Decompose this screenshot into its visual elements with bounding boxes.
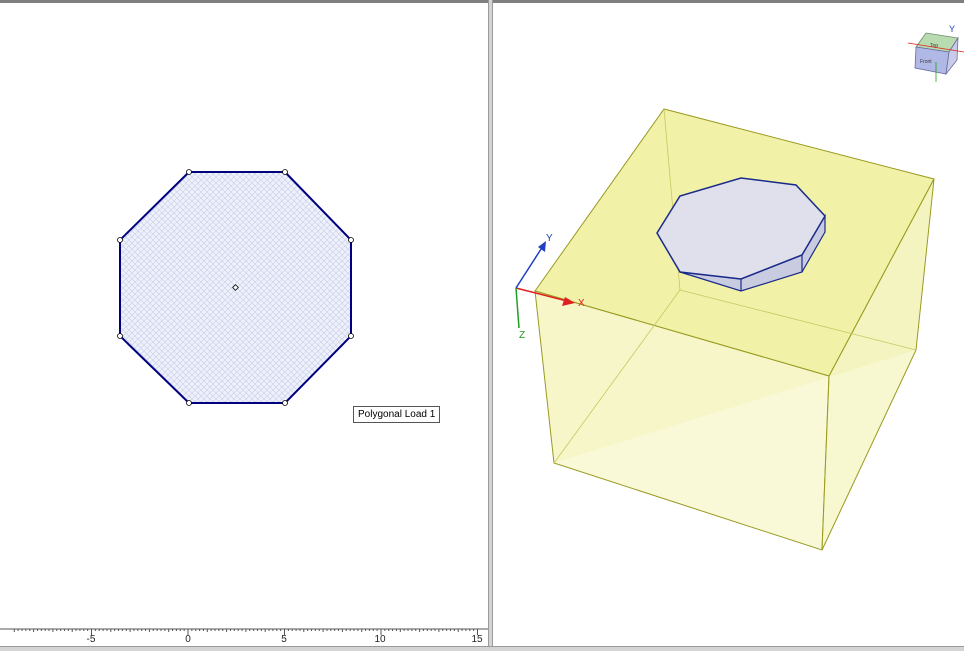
ruler-tick-label: 5 <box>281 634 287 645</box>
bottom-border <box>0 646 964 651</box>
ruler-tick-label: 15 <box>471 634 483 645</box>
ruler-tick-label: 10 <box>374 634 386 645</box>
vertex-handle[interactable] <box>117 237 123 243</box>
vertex-handle[interactable] <box>348 237 354 243</box>
3d-view-canvas[interactable]: X Y Z Top Front Y <box>493 3 964 648</box>
ruler-tick-label: -5 <box>87 634 96 645</box>
horizontal-ruler: -5 0 5 10 15 <box>0 628 488 645</box>
view-cube[interactable]: Top Front Y <box>907 24 964 82</box>
plan-view-canvas[interactable]: -5 0 5 10 15 <box>0 3 488 648</box>
ruler-tick-label: 0 <box>185 634 191 645</box>
vertex-handle[interactable] <box>282 400 288 406</box>
view-cube-axis-label: Y <box>949 24 955 34</box>
vertex-handle[interactable] <box>282 169 288 175</box>
axis-z-label: Z <box>519 330 525 341</box>
3d-view-pane[interactable]: X Y Z Top Front Y <box>493 3 964 648</box>
vertex-handle[interactable] <box>117 333 123 339</box>
axis-x-label: X <box>578 298 585 309</box>
vertex-handle[interactable] <box>348 333 354 339</box>
shape-label-tooltip: Polygonal Load 1 <box>353 406 441 423</box>
plan-view-pane[interactable]: -5 0 5 10 15 Polygonal Load 1 <box>0 3 488 648</box>
vertex-handle[interactable] <box>186 400 192 406</box>
view-cube-front-label: Front <box>920 59 932 65</box>
vertex-handle[interactable] <box>186 169 192 175</box>
view-cube-top-label: Top <box>930 43 938 49</box>
axis-y-label: Y <box>546 233 553 244</box>
